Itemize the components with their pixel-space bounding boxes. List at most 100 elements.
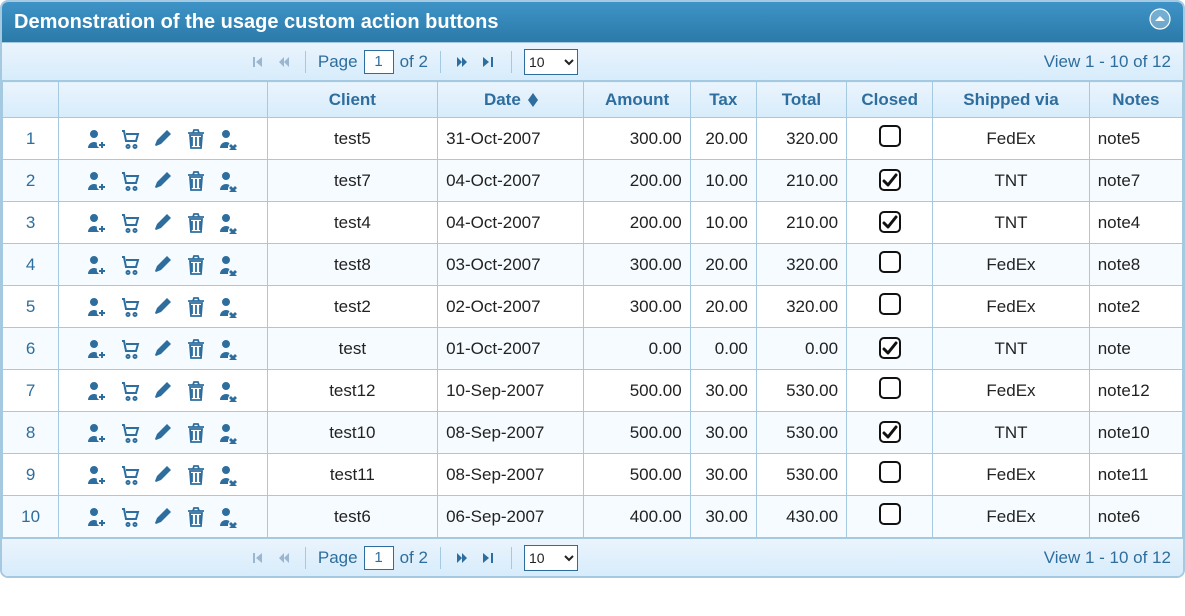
first-page-button[interactable] — [247, 548, 267, 568]
table-row[interactable]: 2 test7 04-Oct-2007 200.00 10.00 210.00 … — [3, 160, 1183, 202]
edit-button[interactable] — [152, 422, 174, 444]
custom-remove-button[interactable] — [218, 506, 240, 528]
table-row[interactable]: 1 test5 31-Oct-2007 300.00 20.00 320.00 … — [3, 118, 1183, 160]
next-page-button[interactable] — [453, 52, 473, 72]
table-row[interactable]: 4 test8 03-Oct-2007 300.00 20.00 320.00 … — [3, 244, 1183, 286]
page-size-select[interactable]: 10 — [524, 49, 578, 75]
custom-cart-button[interactable] — [119, 212, 141, 234]
closed-checkbox[interactable] — [879, 461, 901, 483]
next-page-button[interactable] — [453, 548, 473, 568]
next-page-icon — [456, 551, 470, 565]
custom-remove-button[interactable] — [218, 212, 240, 234]
custom-add-button[interactable] — [86, 338, 108, 360]
col-header-total[interactable]: Total — [756, 82, 846, 118]
page-size-select[interactable]: 10 — [524, 545, 578, 571]
col-header-tax[interactable]: Tax — [690, 82, 756, 118]
table-row[interactable]: 10 test6 06-Sep-2007 400.00 30.00 430.00… — [3, 496, 1183, 538]
table-row[interactable]: 3 test4 04-Oct-2007 200.00 10.00 210.00 … — [3, 202, 1183, 244]
edit-button[interactable] — [152, 254, 174, 276]
delete-button[interactable] — [185, 128, 207, 150]
custom-cart-button[interactable] — [119, 506, 141, 528]
col-header-rownum[interactable] — [3, 82, 59, 118]
table-row[interactable]: 9 test11 08-Sep-2007 500.00 30.00 530.00… — [3, 454, 1183, 496]
table-row[interactable]: 8 test10 08-Sep-2007 500.00 30.00 530.00… — [3, 412, 1183, 454]
table-row[interactable]: 5 test2 02-Oct-2007 300.00 20.00 320.00 … — [3, 286, 1183, 328]
custom-add-button[interactable] — [86, 464, 108, 486]
col-header-amount[interactable]: Amount — [584, 82, 690, 118]
custom-add-button[interactable] — [86, 380, 108, 402]
custom-add-button[interactable] — [86, 170, 108, 192]
cell-total: 320.00 — [756, 286, 846, 328]
edit-button[interactable] — [152, 506, 174, 528]
closed-checkbox[interactable] — [879, 125, 901, 147]
custom-cart-button[interactable] — [119, 338, 141, 360]
custom-remove-button[interactable] — [218, 380, 240, 402]
prev-page-button[interactable] — [273, 52, 293, 72]
page-input[interactable] — [364, 50, 394, 74]
edit-button[interactable] — [152, 338, 174, 360]
last-page-button[interactable] — [479, 52, 499, 72]
delete-button[interactable] — [185, 170, 207, 192]
closed-checkbox[interactable] — [879, 377, 901, 399]
col-header-notes[interactable]: Notes — [1089, 82, 1182, 118]
custom-remove-button[interactable] — [218, 338, 240, 360]
first-page-button[interactable] — [247, 52, 267, 72]
custom-add-button[interactable] — [86, 506, 108, 528]
table-row[interactable]: 7 test12 10-Sep-2007 500.00 30.00 530.00… — [3, 370, 1183, 412]
custom-remove-button[interactable] — [218, 170, 240, 192]
closed-checkbox[interactable] — [879, 293, 901, 315]
delete-button[interactable] — [185, 506, 207, 528]
delete-button[interactable] — [185, 464, 207, 486]
edit-button[interactable] — [152, 128, 174, 150]
custom-cart-button[interactable] — [119, 128, 141, 150]
collapse-button[interactable] — [1149, 8, 1171, 36]
cell-tax: 0.00 — [690, 328, 756, 370]
custom-add-button[interactable] — [86, 296, 108, 318]
custom-remove-button[interactable] — [218, 254, 240, 276]
page-label: Page — [318, 548, 358, 568]
prev-page-button[interactable] — [273, 548, 293, 568]
custom-cart-button[interactable] — [119, 296, 141, 318]
custom-remove-button[interactable] — [218, 464, 240, 486]
cell-amount: 400.00 — [584, 496, 690, 538]
col-header-shipped[interactable]: Shipped via — [933, 82, 1089, 118]
col-header-date[interactable]: Date — [438, 82, 584, 118]
edit-button[interactable] — [152, 296, 174, 318]
row-actions — [59, 160, 268, 202]
custom-remove-button[interactable] — [218, 422, 240, 444]
closed-checkbox[interactable] — [879, 337, 901, 359]
custom-add-button[interactable] — [86, 254, 108, 276]
delete-button[interactable] — [185, 296, 207, 318]
closed-checkbox[interactable] — [879, 251, 901, 273]
delete-button[interactable] — [185, 422, 207, 444]
custom-add-button[interactable] — [86, 128, 108, 150]
closed-checkbox[interactable] — [879, 503, 901, 525]
custom-remove-button[interactable] — [218, 128, 240, 150]
col-header-actions[interactable] — [59, 82, 268, 118]
delete-button[interactable] — [185, 254, 207, 276]
custom-cart-button[interactable] — [119, 422, 141, 444]
custom-cart-button[interactable] — [119, 380, 141, 402]
edit-button[interactable] — [152, 464, 174, 486]
custom-cart-button[interactable] — [119, 464, 141, 486]
custom-cart-button[interactable] — [119, 170, 141, 192]
custom-add-button[interactable] — [86, 212, 108, 234]
cell-client: test11 — [267, 454, 437, 496]
delete-button[interactable] — [185, 338, 207, 360]
page-input[interactable] — [364, 546, 394, 570]
last-page-button[interactable] — [479, 548, 499, 568]
edit-button[interactable] — [152, 212, 174, 234]
closed-checkbox[interactable] — [879, 211, 901, 233]
col-header-closed[interactable]: Closed — [847, 82, 933, 118]
closed-checkbox[interactable] — [879, 169, 901, 191]
table-row[interactable]: 6 test 01-Oct-2007 0.00 0.00 0.00 TNT no… — [3, 328, 1183, 370]
custom-remove-button[interactable] — [218, 296, 240, 318]
delete-button[interactable] — [185, 212, 207, 234]
delete-button[interactable] — [185, 380, 207, 402]
custom-cart-button[interactable] — [119, 254, 141, 276]
col-header-client[interactable]: Client — [267, 82, 437, 118]
custom-add-button[interactable] — [86, 422, 108, 444]
edit-button[interactable] — [152, 170, 174, 192]
edit-button[interactable] — [152, 380, 174, 402]
closed-checkbox[interactable] — [879, 421, 901, 443]
